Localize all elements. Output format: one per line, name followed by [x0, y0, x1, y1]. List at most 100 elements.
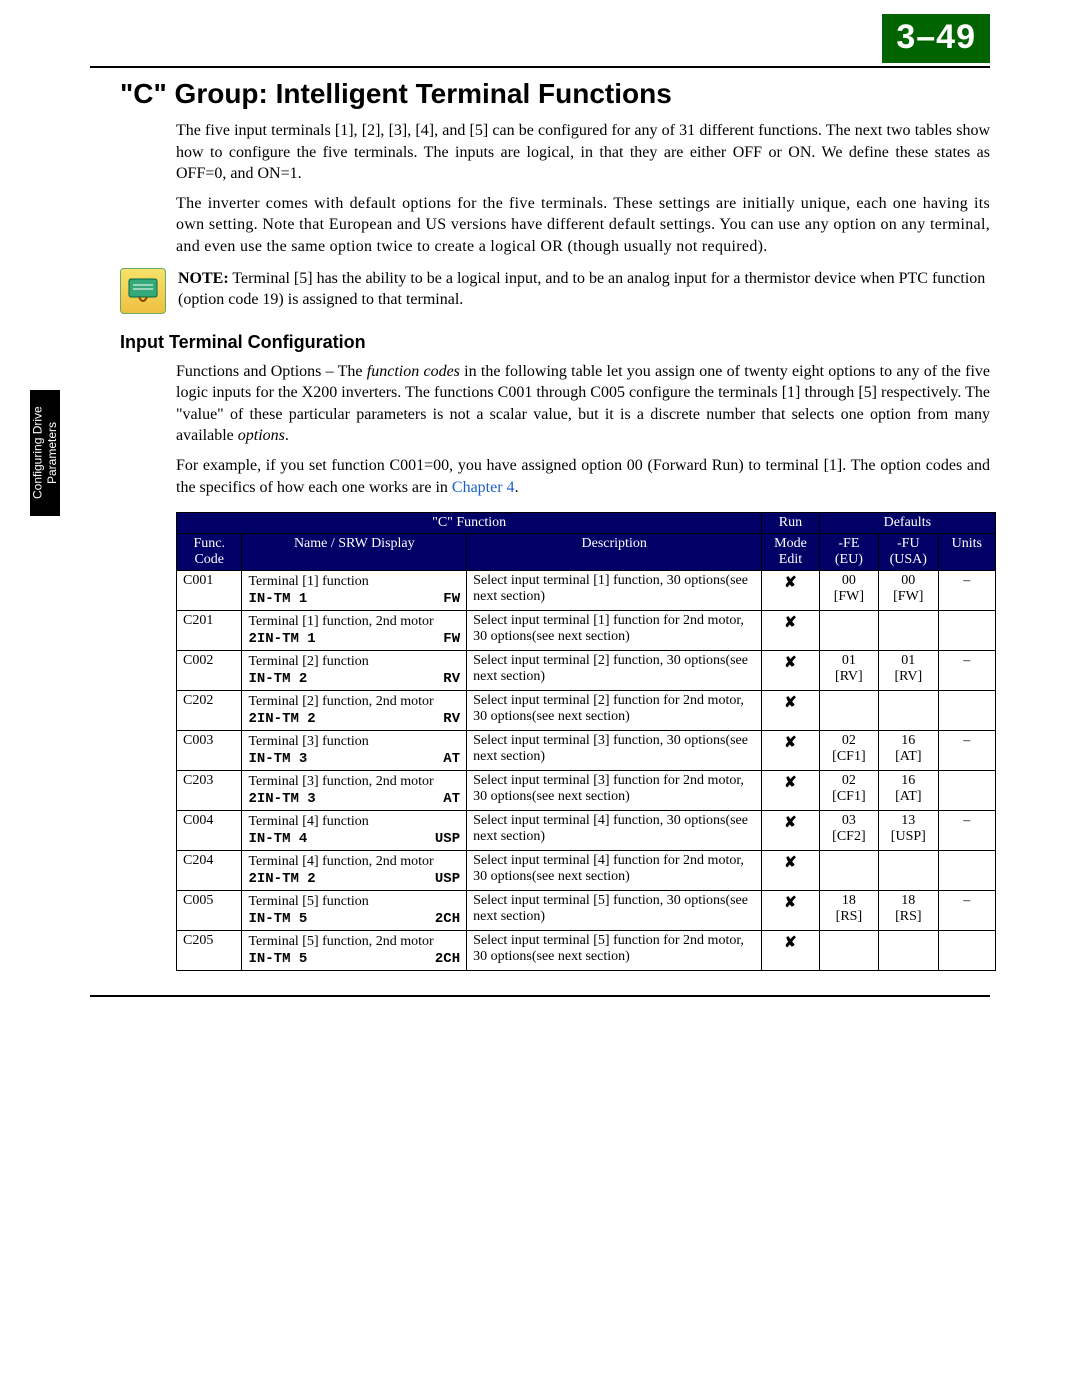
section-title: "C" Group: Intelligent Terminal Function…: [120, 78, 990, 110]
cell-fe: 02[CF1]: [819, 771, 878, 811]
table-row: C002Terminal [2] functionIN-TM 2RVSelect…: [177, 651, 996, 691]
para-4b: .: [515, 479, 519, 496]
cell-desc: Select input terminal [1] function for 2…: [467, 611, 762, 651]
table-row: C205Terminal [5] function, 2nd motorIN-T…: [177, 931, 996, 971]
table-row: C005Terminal [5] functionIN-TM 52CHSelec…: [177, 891, 996, 931]
cell-desc: Select input terminal [5] function, 30 o…: [467, 891, 762, 931]
cell-fe: [819, 851, 878, 891]
cell-name: Terminal [4] functionIN-TM 4USP: [242, 811, 467, 851]
cell-name: Terminal [1] function, 2nd motor2IN-TM 1…: [242, 611, 467, 651]
cell-units: –: [938, 891, 995, 931]
cell-units: –: [938, 571, 995, 611]
cell-desc: Select input terminal [2] function, 30 o…: [467, 651, 762, 691]
note-icon: [120, 268, 166, 314]
table-row: C001Terminal [1] functionIN-TM 1FWSelect…: [177, 571, 996, 611]
cell-fu: 00[FW]: [879, 571, 938, 611]
cell-fu: 13[USP]: [879, 811, 938, 851]
rule-top: [90, 66, 990, 68]
cell-fe: 18[RS]: [819, 891, 878, 931]
cell-fu: 18[RS]: [879, 891, 938, 931]
para-4: For example, if you set function C001=00…: [176, 455, 990, 498]
cell-run-mode: ✘: [762, 811, 819, 851]
cell-fe: 02[CF1]: [819, 731, 878, 771]
cell-fe: [819, 611, 878, 651]
cell-desc: Select input terminal [4] function for 2…: [467, 851, 762, 891]
cell-desc: Select input terminal [2] function for 2…: [467, 691, 762, 731]
cell-fu: 16[AT]: [879, 731, 938, 771]
cell-units: –: [938, 811, 995, 851]
cell-units: [938, 691, 995, 731]
cell-desc: Select input terminal [4] function, 30 o…: [467, 811, 762, 851]
th-mode-edit: Mode Edit: [762, 534, 819, 571]
cell-fe: 00[FW]: [819, 571, 878, 611]
cell-code: C001: [177, 571, 242, 611]
para-3: Functions and Options – The function cod…: [176, 361, 990, 447]
cell-name: Terminal [1] functionIN-TM 1FW: [242, 571, 467, 611]
chapter-link[interactable]: Chapter 4: [452, 479, 515, 496]
cell-desc: Select input terminal [1] function, 30 o…: [467, 571, 762, 611]
subheading: Input Terminal Configuration: [120, 332, 990, 353]
para-4a: For example, if you set function C001=00…: [176, 457, 990, 496]
cell-units: [938, 771, 995, 811]
page-number: 3–49: [882, 14, 990, 63]
para-3b: function codes: [367, 363, 460, 380]
th-name: Name / SRW Display: [242, 534, 467, 571]
cell-run-mode: ✘: [762, 691, 819, 731]
table-row: C204Terminal [4] function, 2nd motor2IN-…: [177, 851, 996, 891]
cell-run-mode: ✘: [762, 651, 819, 691]
cell-code: C203: [177, 771, 242, 811]
cell-code: C005: [177, 891, 242, 931]
cell-name: Terminal [3] functionIN-TM 3AT: [242, 731, 467, 771]
cell-code: C201: [177, 611, 242, 651]
th-desc: Description: [467, 534, 762, 571]
th-func-code: Func. Code: [177, 534, 242, 571]
th-run: Run: [762, 513, 819, 534]
cell-run-mode: ✘: [762, 731, 819, 771]
cell-run-mode: ✘: [762, 611, 819, 651]
th-fe: -FE (EU): [819, 534, 878, 571]
cell-fu: 16[AT]: [879, 771, 938, 811]
para-3a: Functions and Options – The: [176, 363, 367, 380]
cell-run-mode: ✘: [762, 571, 819, 611]
cell-fu: [879, 611, 938, 651]
cell-units: [938, 931, 995, 971]
para-3d: options: [238, 427, 285, 444]
cell-code: C205: [177, 931, 242, 971]
cell-fe: [819, 691, 878, 731]
function-table: "C" Function Run Defaults Func. Code Nam…: [176, 512, 996, 971]
cell-fu: [879, 851, 938, 891]
cell-units: –: [938, 651, 995, 691]
cell-units: [938, 611, 995, 651]
cell-name: Terminal [2] function, 2nd motor2IN-TM 2…: [242, 691, 467, 731]
cell-name: Terminal [4] function, 2nd motor2IN-TM 2…: [242, 851, 467, 891]
cell-fe: [819, 931, 878, 971]
table-row: C003Terminal [3] functionIN-TM 3ATSelect…: [177, 731, 996, 771]
cell-run-mode: ✘: [762, 771, 819, 811]
cell-fu: [879, 691, 938, 731]
table-row: C203Terminal [3] function, 2nd motor2IN-…: [177, 771, 996, 811]
cell-units: –: [938, 731, 995, 771]
cell-code: C204: [177, 851, 242, 891]
cell-run-mode: ✘: [762, 851, 819, 891]
cell-units: [938, 851, 995, 891]
note-text: NOTE: Terminal [5] has the ability to be…: [178, 268, 990, 311]
cell-name: Terminal [2] functionIN-TM 2RV: [242, 651, 467, 691]
cell-code: C004: [177, 811, 242, 851]
cell-name: Terminal [5] function, 2nd motorIN-TM 52…: [242, 931, 467, 971]
th-units: Units: [938, 534, 995, 571]
table-row: C004Terminal [4] functionIN-TM 4USPSelec…: [177, 811, 996, 851]
cell-code: C202: [177, 691, 242, 731]
table-row: C202Terminal [2] function, 2nd motor2IN-…: [177, 691, 996, 731]
table-row: C201Terminal [1] function, 2nd motor2IN-…: [177, 611, 996, 651]
cell-desc: Select input terminal [3] function, 30 o…: [467, 731, 762, 771]
cell-code: C003: [177, 731, 242, 771]
para-3e: .: [285, 427, 289, 444]
rule-bottom: [90, 995, 990, 997]
side-tab: Configuring Drive Parameters: [30, 390, 60, 516]
th-fu: -FU (USA): [879, 534, 938, 571]
cell-name: Terminal [5] functionIN-TM 52CH: [242, 891, 467, 931]
cell-fe: 01[RV]: [819, 651, 878, 691]
th-c-function: "C" Function: [177, 513, 762, 534]
cell-code: C002: [177, 651, 242, 691]
note-label: NOTE:: [178, 270, 229, 287]
